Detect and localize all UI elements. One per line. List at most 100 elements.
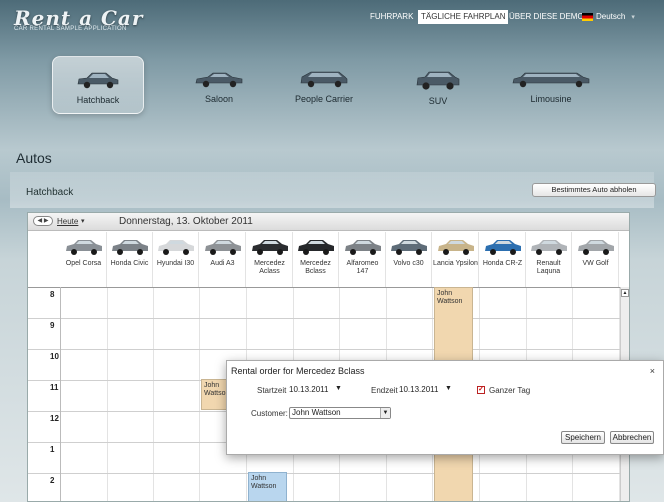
prev-next-day-arrows[interactable]: ◀ ▶	[33, 216, 53, 226]
car-column-header[interactable]: Alfaromeo 147	[340, 232, 386, 287]
start-date-dropdown-icon[interactable]: ▼	[335, 385, 342, 392]
hour-row[interactable]: 8	[28, 288, 629, 319]
pick-specific-car-button[interactable]: Bestimmtes Auto abholen	[532, 183, 656, 197]
scroll-up-arrow-icon[interactable]: ▲	[621, 289, 629, 297]
hour-row[interactable]: 2	[28, 474, 629, 501]
end-date-dropdown-icon[interactable]: ▼	[445, 385, 452, 392]
people-carrier-icon	[300, 71, 348, 88]
hour-label: 9	[50, 321, 55, 330]
car-name: VW Golf	[582, 260, 609, 267]
car-name: Alfaromeo 147	[346, 260, 379, 275]
german-flag-icon	[582, 12, 593, 21]
scheduler-toolbar: ◀ ▶ Heute ▾ Donnerstag, 13. Oktober 2011	[28, 213, 629, 231]
suv-car-icon	[416, 71, 460, 90]
time-gutter-divider	[60, 287, 61, 501]
customer-value: John Wattson	[292, 408, 341, 417]
language-label: Deutsch	[596, 12, 626, 21]
category-people-carrier[interactable]: People Carrier	[278, 56, 370, 114]
category-label: Saloon	[204, 94, 234, 104]
car-column-header[interactable]: Honda CR-Z	[480, 232, 526, 287]
car-photo-icon	[111, 240, 148, 255]
booking-customer: John Wattson	[437, 290, 463, 305]
category-label: Limousine	[530, 94, 572, 104]
hour-label: 12	[50, 414, 59, 423]
car-name: Mercedez Bclass	[300, 260, 331, 275]
save-button[interactable]: Speichern	[561, 431, 605, 444]
car-photo-icon	[251, 240, 288, 255]
car-name: Honda CR-Z	[482, 260, 523, 267]
car-column-header[interactable]: Audi A3	[200, 232, 246, 287]
car-column-header[interactable]: Opel Corsa	[61, 232, 107, 287]
category-label: Hatchback	[76, 95, 120, 105]
category-label: People Carrier	[294, 94, 354, 104]
car-column-header[interactable]: Lancia Ypsilon	[433, 232, 479, 287]
car-photo-icon	[297, 240, 334, 255]
all-day-checkbox[interactable]: ✓	[477, 386, 485, 394]
start-date-field[interactable]: 10.13.2011	[289, 384, 328, 396]
hour-label: 10	[50, 352, 59, 361]
customer-select[interactable]: John Wattson ▼	[289, 407, 391, 419]
saloon-car-icon	[195, 72, 243, 88]
today-dropdown-icon[interactable]: ▾	[81, 217, 85, 225]
car-column-header[interactable]: Renault Laquna	[526, 232, 572, 287]
car-name: Audi A3	[210, 260, 235, 267]
car-name: Renault Laquna	[536, 260, 561, 275]
booking-customer: John Wattson	[251, 475, 277, 490]
car-photo-icon	[530, 240, 567, 255]
close-icon[interactable]: ×	[650, 366, 655, 376]
chevron-down-icon[interactable]: ▼	[380, 408, 390, 418]
car-name: Opel Corsa	[65, 260, 102, 267]
scheduler: ◀ ▶ Heute ▾ Donnerstag, 13. Oktober 2011…	[27, 212, 630, 502]
language-selector[interactable]: Deutsch ▾	[582, 10, 635, 24]
car-column-header[interactable]: Hyundai I30	[153, 232, 199, 287]
car-photo-icon	[65, 240, 102, 255]
car-column-header[interactable]: Mercedez Bclass	[293, 232, 339, 287]
car-column-header[interactable]: Honda Civic	[107, 232, 153, 287]
end-date-field[interactable]: 10.13.2011	[399, 384, 438, 396]
hatchback-car-icon	[77, 72, 119, 89]
booking-audi[interactable]: John Wattson	[201, 379, 229, 410]
category-heading: Hatchback	[26, 187, 74, 198]
app-subtitle: CAR RENTAL SAMPLE APPLICATION	[14, 26, 127, 32]
hour-label: 1	[50, 445, 55, 454]
hour-row[interactable]: 9	[28, 319, 629, 350]
car-photo-icon	[484, 240, 521, 255]
page-title: Autos	[16, 150, 52, 166]
car-photo-icon	[204, 240, 241, 255]
car-photo-icon	[344, 240, 381, 255]
car-photo-icon	[157, 240, 194, 255]
category-label: SUV	[428, 96, 448, 106]
hour-label: 8	[50, 290, 55, 299]
top-bar: Rent a Car CAR RENTAL SAMPLE APPLICATION…	[0, 0, 664, 36]
category-hatchback[interactable]: Hatchback	[52, 56, 144, 114]
end-time-label: Endzeit	[371, 386, 398, 395]
booking-mercedez-aclass[interactable]: John Wattson	[248, 472, 287, 501]
all-day-label: Ganzer Tag	[489, 386, 531, 395]
car-column-header[interactable]: Mercedez Aclass	[247, 232, 293, 287]
car-column-header[interactable]: Volvo c30	[386, 232, 432, 287]
car-photo-icon	[437, 240, 474, 255]
car-name: Mercedez Aclass	[254, 260, 285, 275]
car-photo-icon	[390, 240, 427, 255]
limousine-car-icon	[512, 72, 590, 88]
hour-label: 11	[50, 383, 59, 392]
today-link[interactable]: Heute	[57, 217, 78, 226]
rental-order-dialog: Rental order for Mercedez Bclass × Start…	[226, 360, 664, 455]
car-name: Volvo c30	[393, 260, 424, 267]
nav-fuhrpark[interactable]: FUHRPARK	[370, 10, 413, 24]
car-name: Hyundai I30	[156, 260, 195, 267]
car-name: Lancia Ypsilon	[433, 260, 478, 267]
customer-label: Customer:	[251, 409, 288, 418]
start-time-label: Startzeit	[257, 386, 287, 395]
chevron-down-icon: ▾	[631, 14, 635, 21]
category-suv[interactable]: SUV	[392, 56, 484, 114]
category-limousine[interactable]: Limousine	[505, 56, 597, 114]
current-date: Donnerstag, 13. Oktober 2011	[119, 216, 253, 227]
car-column-header[interactable]: VW Golf	[573, 232, 619, 287]
cancel-button[interactable]: Abbrechen	[610, 431, 654, 444]
nav-taegliche-fahrplan[interactable]: TÄGLICHE FAHRPLAN	[418, 10, 509, 24]
hour-label: 2	[50, 476, 55, 485]
nav-ueber-diese-demo[interactable]: ÜBER DIESE DEMO	[509, 10, 584, 24]
dialog-title: Rental order for Mercedez Bclass	[231, 366, 365, 376]
category-saloon[interactable]: Saloon	[173, 56, 265, 114]
